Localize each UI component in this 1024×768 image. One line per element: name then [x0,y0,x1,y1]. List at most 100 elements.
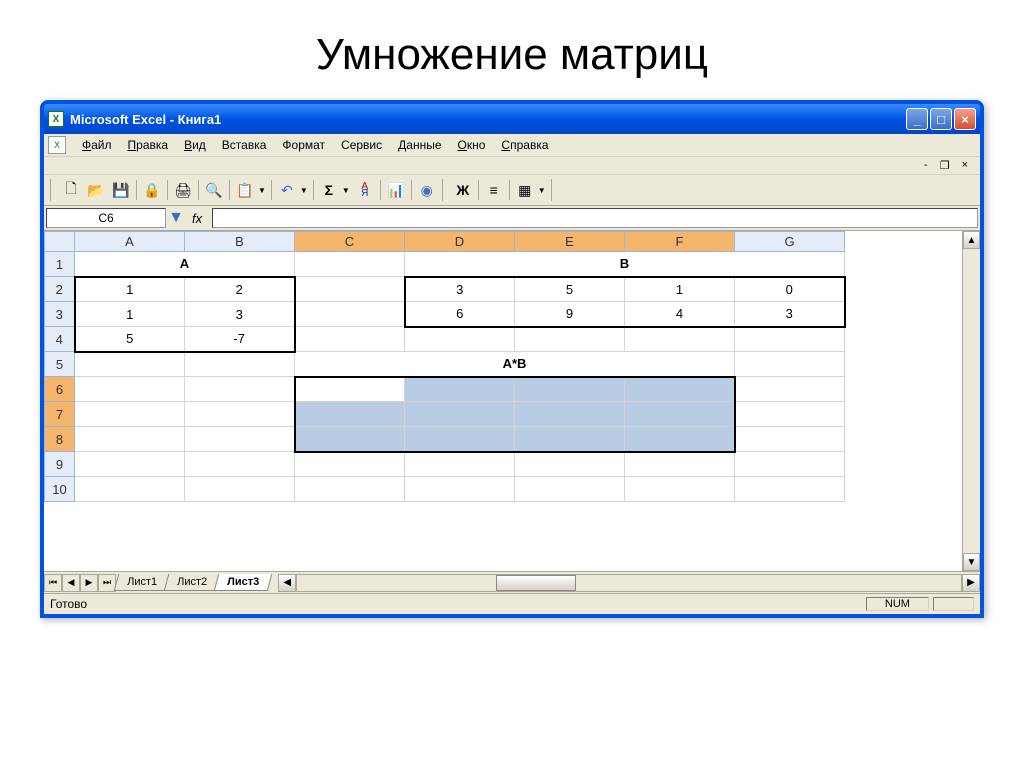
cell[interactable] [515,427,625,452]
cell[interactable] [625,452,735,477]
cell[interactable] [625,427,735,452]
excel-icon[interactable]: X [48,136,66,154]
scroll-right-icon[interactable]: ▶ [962,574,980,592]
cell[interactable] [185,377,295,402]
cell[interactable] [625,402,735,427]
cell[interactable] [295,402,405,427]
cell[interactable] [75,477,185,502]
scroll-track[interactable] [296,574,962,592]
cell[interactable]: 1 [75,277,185,302]
paste-icon[interactable]: 📋 [233,178,257,202]
row-header-3[interactable]: 3 [45,302,75,327]
cell[interactable] [735,377,845,402]
cell[interactable] [405,377,515,402]
dropdown-arrow-icon[interactable]: ▼ [298,186,310,195]
cell[interactable] [295,277,405,302]
permission-icon[interactable]: 🔒 [140,178,164,202]
cell[interactable] [735,352,845,377]
cell[interactable] [295,302,405,327]
col-header-E[interactable]: E [515,232,625,252]
cell[interactable]: 9 [515,302,625,327]
cell[interactable] [295,452,405,477]
cell[interactable] [185,352,295,377]
scroll-track[interactable] [963,249,980,553]
cell[interactable] [515,477,625,502]
col-header-C[interactable]: C [295,232,405,252]
tab-first-icon[interactable]: ⏮ [44,574,62,592]
cell[interactable]: B [405,252,845,277]
row-header-9[interactable]: 9 [45,452,75,477]
select-all-corner[interactable] [45,232,75,252]
toolbar-handle-icon[interactable] [551,179,557,201]
scroll-up-icon[interactable]: ▲ [963,231,980,249]
cell[interactable] [75,452,185,477]
cell[interactable] [295,252,405,277]
cell[interactable] [735,452,845,477]
doc-restore-button[interactable]: ❐ [936,159,954,172]
formula-input[interactable] [212,208,978,228]
cell[interactable] [295,327,405,352]
cell[interactable]: 5 [75,327,185,352]
menu-data[interactable]: Данные [390,136,449,154]
cell[interactable]: 6 [405,302,515,327]
name-box-dropdown-icon[interactable]: ▼ [168,209,184,227]
scroll-thumb[interactable] [496,575,576,591]
cell[interactable] [295,477,405,502]
cell[interactable] [515,452,625,477]
scroll-left-icon[interactable]: ◀ [278,574,296,592]
help-icon[interactable]: ◉ [415,178,439,202]
sort-icon[interactable]: АЯ [353,178,377,202]
cell[interactable] [185,477,295,502]
cell[interactable] [735,427,845,452]
cell[interactable]: 3 [735,302,845,327]
cell-C6[interactable] [295,377,405,402]
cell[interactable] [515,377,625,402]
menu-tools[interactable]: Сервис [333,136,390,154]
sheet-tab-1[interactable]: Лист1 [114,574,171,591]
col-header-D[interactable]: D [405,232,515,252]
col-header-G[interactable]: G [735,232,845,252]
cell[interactable] [625,477,735,502]
row-header-5[interactable]: 5 [45,352,75,377]
cell[interactable]: -7 [185,327,295,352]
row-header-7[interactable]: 7 [45,402,75,427]
cell[interactable] [405,402,515,427]
sheet-tab-3[interactable]: Лист3 [214,574,273,591]
dropdown-arrow-icon[interactable]: ▼ [536,186,548,195]
col-header-B[interactable]: B [185,232,295,252]
toolbar-handle-icon[interactable] [442,179,448,201]
menu-edit[interactable]: Правка [120,136,177,154]
autosum-icon[interactable]: Σ [317,178,341,202]
cell[interactable]: A*B [295,352,735,377]
doc-close-button[interactable]: × [958,159,972,172]
cell[interactable] [75,402,185,427]
cell[interactable] [75,352,185,377]
titlebar[interactable]: X Microsoft Excel - Книга1 _ □ × [44,104,980,134]
print-icon[interactable]: 🖨 [171,178,195,202]
print-preview-icon[interactable]: 🔍 [202,178,226,202]
maximize-button[interactable]: □ [930,108,952,130]
open-icon[interactable]: 📂 [84,178,108,202]
name-box[interactable]: C6 [46,208,166,228]
row-header-2[interactable]: 2 [45,277,75,302]
cell[interactable]: 4 [625,302,735,327]
new-doc-icon[interactable]: 🗋 [59,178,83,202]
cell[interactable] [405,427,515,452]
dropdown-arrow-icon[interactable]: ▼ [340,186,352,195]
dropdown-arrow-icon[interactable]: ▼ [256,186,268,195]
col-header-F[interactable]: F [625,232,735,252]
chart-icon[interactable]: 📊 [384,178,408,202]
cell[interactable] [295,427,405,452]
menu-help[interactable]: Справка [493,136,556,154]
cell[interactable]: 5 [515,277,625,302]
menu-view[interactable]: Вид [176,136,214,154]
tab-prev-icon[interactable]: ◀ [62,574,80,592]
menu-window[interactable]: Окно [450,136,494,154]
minimize-button[interactable]: _ [906,108,928,130]
cell[interactable] [735,477,845,502]
scroll-down-icon[interactable]: ▼ [963,553,980,571]
cell[interactable] [515,402,625,427]
cell[interactable] [185,427,295,452]
cell[interactable] [405,327,515,352]
row-header-1[interactable]: 1 [45,252,75,277]
